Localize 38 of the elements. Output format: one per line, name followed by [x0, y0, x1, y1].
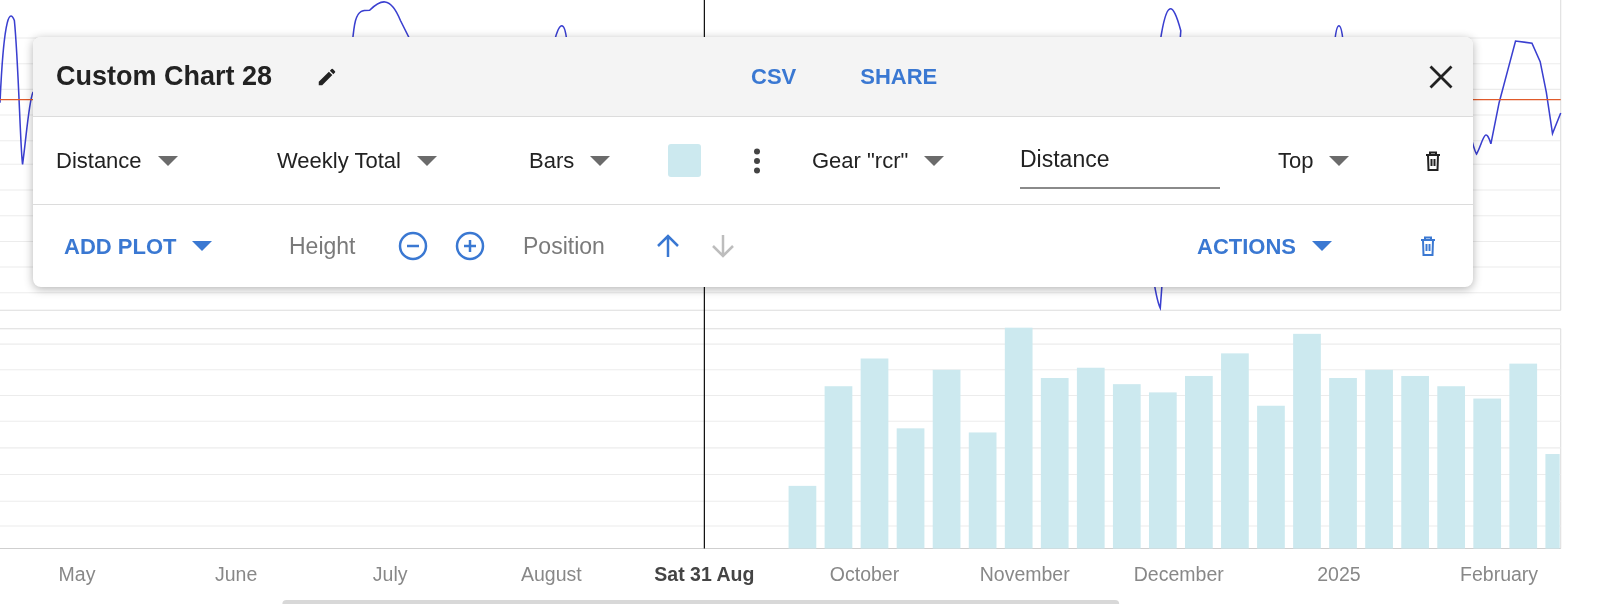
- label-input-field[interactable]: Distance: [1020, 132, 1220, 189]
- axis-label: July: [372, 563, 408, 586]
- scrollbar[interactable]: [282, 599, 1120, 604]
- axis-dropdown[interactable]: Top: [1278, 144, 1350, 177]
- position-label: Position: [523, 231, 606, 261]
- axis-label: February: [1460, 563, 1539, 586]
- axis-label: June: [215, 563, 258, 586]
- axis-label: December: [1133, 563, 1224, 586]
- plus-circle-icon[interactable]: [455, 231, 485, 261]
- header-action-button[interactable]: CSV: [751, 60, 797, 93]
- actions-button[interactable]: ACTIONS: [1197, 229, 1332, 263]
- trash-icon[interactable]: [1425, 150, 1441, 171]
- minus-circle-icon[interactable]: [398, 231, 428, 261]
- axis-label: Sat 31 Aug: [654, 563, 755, 586]
- axis-label: 2025: [1317, 563, 1361, 586]
- caret-icon: [1329, 155, 1350, 166]
- color-swatch[interactable]: [668, 144, 701, 177]
- more-options-icon[interactable]: [753, 147, 761, 174]
- caret-icon: [924, 155, 945, 166]
- caret-icon: [1312, 241, 1332, 251]
- caret-icon: [192, 241, 213, 251]
- axis-label: November: [979, 563, 1070, 586]
- dialog-title: Custom Chart 28: [56, 60, 274, 94]
- caret-icon: [590, 155, 611, 166]
- add-plot-button[interactable]: ADD PLOT: [64, 229, 213, 263]
- aggregation-dropdown[interactable]: Weekly Total: [277, 144, 437, 177]
- style-dropdown[interactable]: Bars: [529, 144, 611, 177]
- header-action-button[interactable]: SHARE: [860, 60, 938, 93]
- height-label: Height: [289, 231, 357, 261]
- arrow-up-icon[interactable]: [655, 233, 681, 259]
- axis-label: May: [58, 563, 96, 586]
- metric-dropdown[interactable]: Distance: [56, 144, 178, 177]
- axis-label: August: [521, 563, 582, 586]
- filter-dropdown[interactable]: Gear "rcr": [812, 144, 945, 177]
- axis-label: October: [829, 563, 900, 586]
- caret-icon: [157, 155, 178, 166]
- bar: [788, 485, 817, 549]
- caret-icon: [416, 155, 437, 166]
